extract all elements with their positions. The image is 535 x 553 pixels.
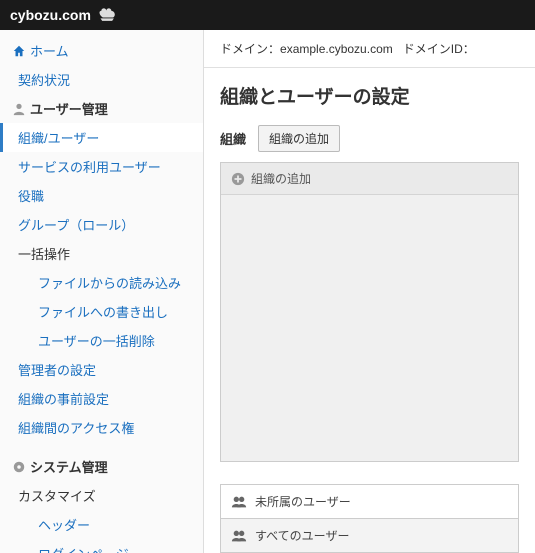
- add-org-button[interactable]: 組織の追加: [258, 125, 340, 152]
- home-icon: [12, 44, 26, 58]
- domain-value: example.cybozu.com: [280, 42, 393, 56]
- org-header-row: 組織 組織の追加: [204, 125, 535, 162]
- sidebar-bulk-read[interactable]: ファイルからの読み込み: [0, 268, 203, 297]
- brand-text: cybozu.com: [10, 7, 91, 23]
- domain-label: ドメイン：: [220, 42, 280, 56]
- user-icon: [12, 102, 26, 116]
- sidebar-customize: カスタマイズ: [0, 481, 203, 510]
- plus-circle-icon: [231, 172, 245, 186]
- sidebar: ホーム 契約状況 ユーザー管理 組織/ユーザー サービスの利用ユーザー 役職 グ…: [0, 30, 204, 553]
- sidebar-org-user[interactable]: 組織/ユーザー: [0, 123, 203, 152]
- sidebar-bulk-write[interactable]: ファイルへの書き出し: [0, 297, 203, 326]
- brand-logo-icon: [97, 6, 119, 24]
- tree-add-org-label: 組織の追加: [251, 170, 311, 187]
- all-users-row[interactable]: すべてのユーザー: [220, 519, 519, 553]
- sidebar-user-mgmt-header: ユーザー管理: [0, 94, 203, 123]
- sidebar-org-access[interactable]: 組織間のアクセス権: [0, 413, 203, 442]
- sidebar-contract[interactable]: 契約状況: [0, 65, 203, 94]
- users-icon: [231, 529, 247, 543]
- gear-icon: [12, 460, 26, 474]
- sidebar-bulk-delete[interactable]: ユーザーの一括削除: [0, 326, 203, 355]
- domain-id-label: ドメインID：: [403, 42, 475, 56]
- sidebar-home-label: ホーム: [30, 41, 69, 60]
- sidebar-groups[interactable]: グループ（ロール）: [0, 210, 203, 239]
- sidebar-admin-settings[interactable]: 管理者の設定: [0, 355, 203, 384]
- sidebar-sys-mgmt-header: システム管理: [0, 452, 203, 481]
- topbar: cybozu.com: [0, 0, 535, 30]
- tree-add-org-row[interactable]: 組織の追加: [221, 163, 518, 195]
- all-users-label: すべてのユーザー: [255, 527, 349, 544]
- sidebar-roles[interactable]: 役職: [0, 181, 203, 210]
- users-icon: [231, 495, 247, 509]
- sidebar-service-users[interactable]: サービスの利用ユーザー: [0, 152, 203, 181]
- page-title: 組織とユーザーの設定: [204, 68, 535, 125]
- content-area: ドメイン：example.cybozu.com ドメインID： 組織とユーザーの…: [204, 30, 535, 553]
- sidebar-org-pre[interactable]: 組織の事前設定: [0, 384, 203, 413]
- org-label: 組織: [220, 129, 246, 148]
- user-filter-rows: 未所属のユーザー すべてのユーザー: [220, 484, 519, 553]
- sidebar-custom-login[interactable]: ログインページ: [0, 539, 203, 553]
- sidebar-home[interactable]: ホーム: [0, 36, 203, 65]
- org-tree-empty: [221, 195, 518, 462]
- sidebar-bulk: 一括操作: [0, 239, 203, 268]
- domain-info-bar: ドメイン：example.cybozu.com ドメインID：: [204, 30, 535, 68]
- sidebar-custom-header[interactable]: ヘッダー: [0, 510, 203, 539]
- unassigned-users-label: 未所属のユーザー: [255, 493, 351, 510]
- unassigned-users-row[interactable]: 未所属のユーザー: [220, 484, 519, 519]
- org-tree-box: 組織の追加: [220, 162, 519, 462]
- main-container: ホーム 契約状況 ユーザー管理 組織/ユーザー サービスの利用ユーザー 役職 グ…: [0, 30, 535, 553]
